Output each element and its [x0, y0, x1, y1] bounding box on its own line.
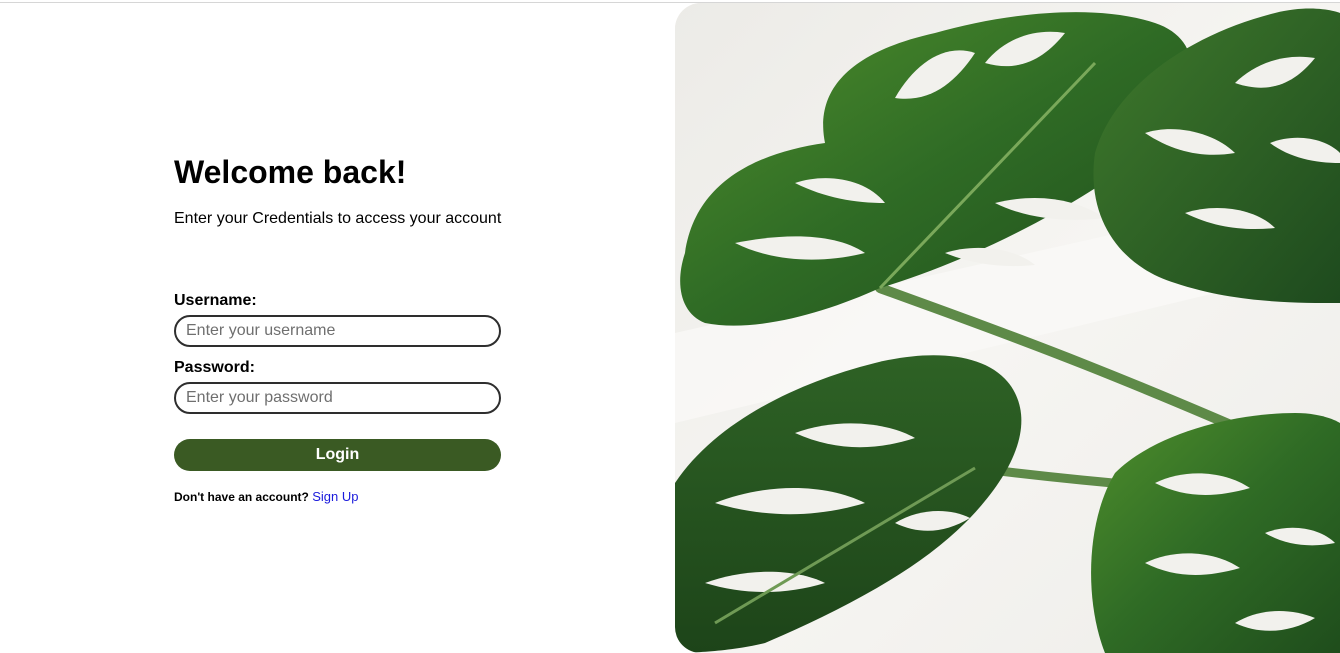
username-label: Username:	[174, 292, 257, 309]
monstera-leaves-icon	[675, 3, 1340, 653]
signup-line: Don't have an account? Sign Up	[174, 489, 504, 504]
login-form: Username: Password: Login Don't have an …	[174, 290, 504, 504]
page-title: Welcome back!	[174, 154, 407, 190]
hero-image	[675, 3, 1340, 653]
signup-link[interactable]: Sign Up	[312, 489, 358, 504]
login-panel: Welcome back! Enter your Credentials to …	[174, 150, 504, 504]
password-input[interactable]	[174, 382, 501, 414]
username-input[interactable]	[174, 315, 501, 347]
password-label: Password:	[174, 359, 255, 376]
page-subtitle: Enter your Credentials to access your ac…	[174, 210, 502, 227]
login-button[interactable]: Login	[174, 439, 501, 471]
signup-prompt: Don't have an account?	[174, 490, 309, 504]
